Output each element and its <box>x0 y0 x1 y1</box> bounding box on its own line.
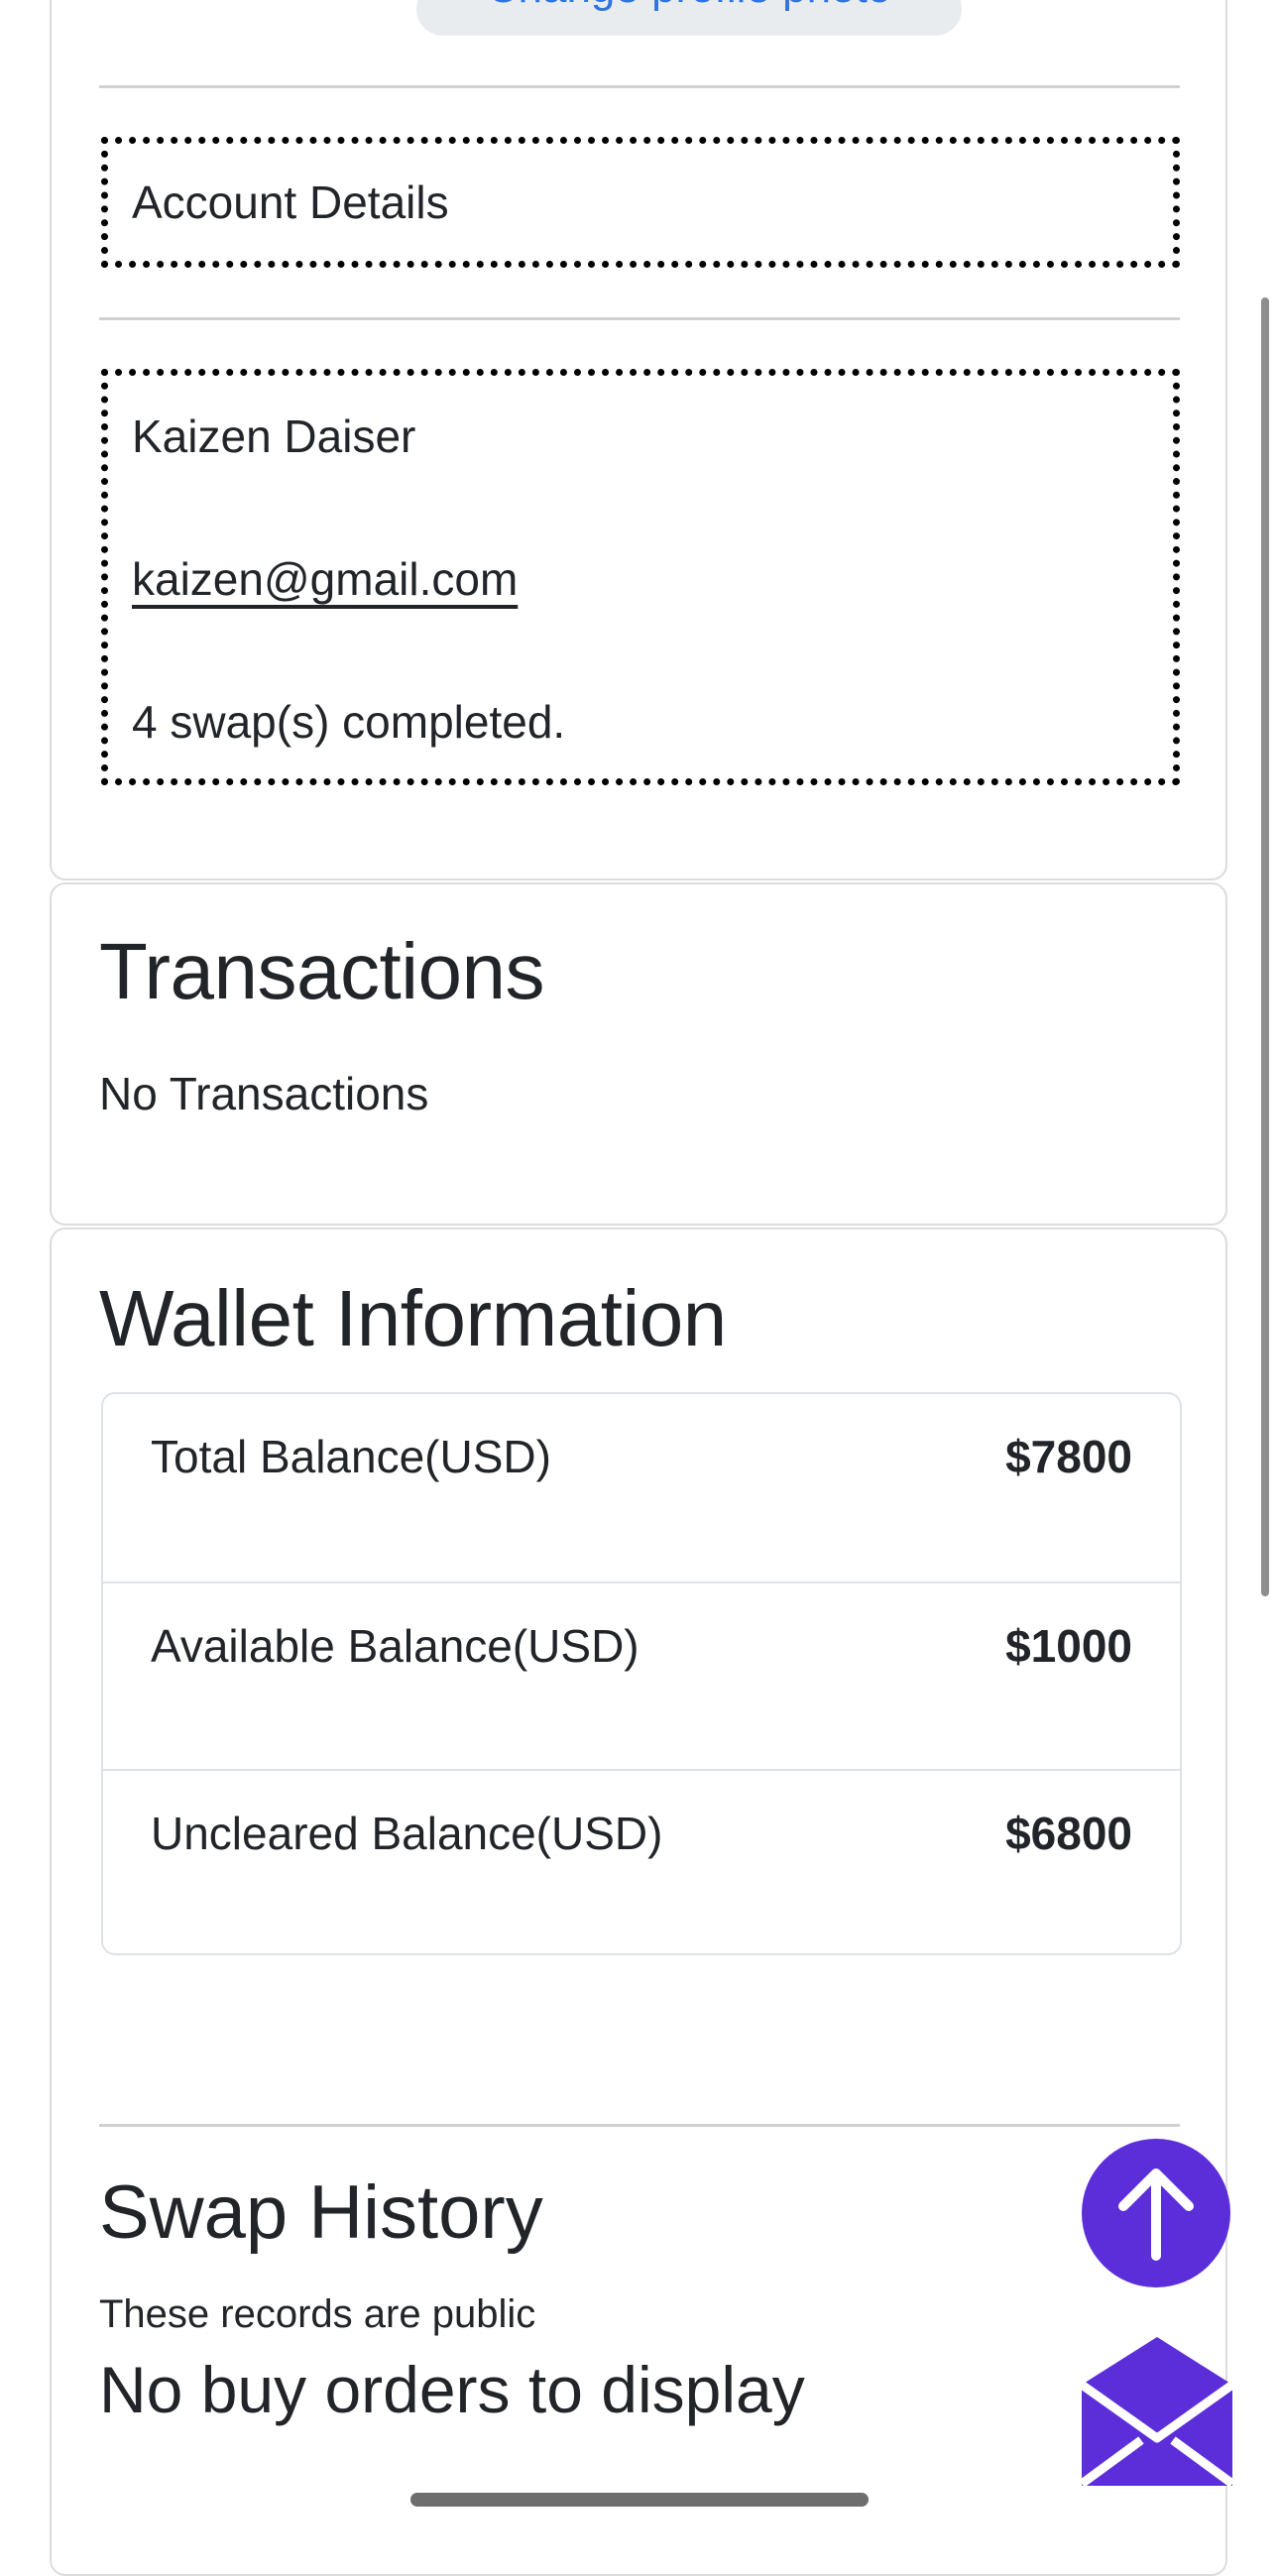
balance-row-uncleared: Uncleared Balance(USD) $6800 <box>103 1769 1180 1956</box>
account-details-box: Account Details <box>101 137 1180 268</box>
divider <box>99 2124 1180 2127</box>
balance-table: Total Balance(USD) $7800 Available Balan… <box>101 1392 1182 1955</box>
swap-history-title: Swap History <box>99 2170 543 2255</box>
home-indicator <box>410 2493 869 2507</box>
scrollbar[interactable] <box>1261 297 1269 1596</box>
swaps-completed-text: 4 swap(s) completed. <box>132 696 566 748</box>
transactions-card: Transactions No Transactions <box>50 882 1227 1226</box>
user-info-box: Kaizen Daiser kaizen@gmail.com 4 swap(s)… <box>101 369 1180 785</box>
scroll-to-top-button[interactable] <box>1082 2139 1230 2287</box>
divider <box>99 317 1180 320</box>
swap-history-empty-text: No buy orders to display <box>99 2353 805 2426</box>
balance-row-total: Total Balance(USD) $7800 <box>103 1394 1180 1581</box>
transactions-empty-text: No Transactions <box>99 1068 429 1119</box>
swap-history-subtitle: These records are public <box>99 2292 536 2336</box>
balance-label: Total Balance(USD) <box>151 1431 551 1482</box>
balance-label: Available Balance(USD) <box>151 1620 640 1672</box>
balance-label: Uncleared Balance(USD) <box>151 1808 663 1859</box>
user-email-link[interactable]: kaizen@gmail.com <box>132 552 518 606</box>
divider <box>99 85 1180 88</box>
user-name: Kaizen Daiser <box>132 410 416 462</box>
wallet-title: Wallet Information <box>99 1274 727 1362</box>
account-details-label: Account Details <box>132 176 449 228</box>
envelope-open-icon <box>1079 2337 1235 2488</box>
balance-value: $6800 <box>1005 1808 1132 1859</box>
change-profile-photo-button[interactable]: Change profile photo <box>416 0 962 36</box>
balance-value: $7800 <box>1005 1431 1132 1482</box>
arrow-up-icon <box>1118 2168 1194 2261</box>
balance-row-available: Available Balance(USD) $1000 <box>103 1581 1180 1769</box>
balance-value: $1000 <box>1005 1620 1132 1672</box>
transactions-title: Transactions <box>99 927 545 1015</box>
change-profile-photo-label: Change profile photo <box>487 0 892 12</box>
wallet-card: Wallet Information Total Balance(USD) $7… <box>50 1228 1227 2576</box>
mail-button[interactable] <box>1079 2337 1235 2488</box>
profile-card: Change profile photo Account Details Kai… <box>50 0 1227 880</box>
